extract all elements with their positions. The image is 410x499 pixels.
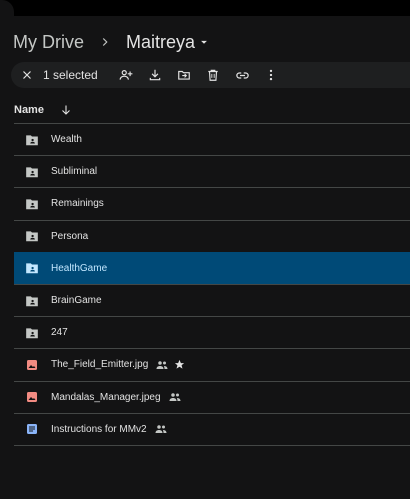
file-name: Mandalas_Manager.jpeg [51,392,181,403]
file-name-text: Wealth [51,134,82,146]
shared-people-icon [156,360,168,370]
shared-folder-icon [25,165,39,179]
file-row[interactable]: Persona [14,219,410,252]
file-row[interactable]: HealthGame [14,251,410,284]
file-name: The_Field_Emitter.jpg [51,359,185,370]
share-icon [119,70,133,80]
window-top-strip [0,0,410,16]
file-name: HealthGame [51,263,107,274]
more-actions-button[interactable] [257,62,286,88]
file-name-text: Mandalas_Manager.jpeg [51,391,161,403]
breadcrumb-current-label: Maitreya [126,31,196,52]
move-button[interactable] [170,62,199,88]
shared-folder-icon [25,229,39,243]
file-name-text: Instructions for MMv2 [51,423,147,435]
clear-selection-button[interactable] [12,62,41,88]
download-icon [149,69,161,81]
star-icon [174,359,185,370]
breadcrumb-current-folder[interactable]: Maitreya [126,32,211,53]
selected-count: 1 selected [43,68,98,82]
file-row[interactable]: Mandalas_Manager.jpeg [14,380,410,413]
file-row[interactable]: Subliminal [14,155,410,187]
file-name: BrainGame [51,295,102,306]
selection-action-bar: 1 selected [11,62,410,88]
file-row[interactable]: BrainGame [14,283,410,316]
link-icon [235,71,249,79]
file-name: Remainings [51,198,104,209]
share-button[interactable] [112,62,141,88]
chevron-right-icon [93,30,117,54]
image-file-icon [25,390,39,404]
delete-button[interactable] [199,62,228,88]
file-name-text: Remainings [51,198,104,210]
move-folder-icon [178,70,191,80]
file-row[interactable]: Instructions for MMv2 [14,412,410,445]
shared-folder-icon [25,261,39,275]
file-name: Wealth [51,134,82,145]
file-name-text: BrainGame [51,295,102,307]
file-name: Persona [51,231,88,242]
shared-folder-icon [25,326,39,340]
shared-folder-icon [25,133,39,147]
file-name-text: HealthGame [51,262,108,274]
file-badges [156,359,185,370]
download-button[interactable] [141,62,170,88]
copy-link-button[interactable] [228,62,257,88]
file-name: Instructions for MMv2 [51,424,167,435]
doc-file-icon [25,422,39,436]
shared-folder-icon [25,294,39,308]
file-name-text: The_Field_Emitter.jpg [51,359,149,371]
close-icon [22,71,31,79]
list-divider [14,444,410,446]
file-name: Subliminal [51,166,97,177]
breadcrumb-my-drive[interactable]: My Drive [13,30,84,55]
dropdown-arrow-icon [201,40,207,44]
shared-folder-icon [25,197,39,211]
breadcrumb: My Drive Maitreya [13,29,211,55]
file-name: 247 [51,327,68,338]
sort-arrow-down-icon[interactable] [60,104,72,116]
trash-icon [208,69,218,81]
file-badges [155,424,167,434]
file-row[interactable]: 247 [14,316,410,348]
file-row[interactable]: The_Field_Emitter.jpg [14,348,410,380]
file-name-text: 247 [51,327,68,339]
file-name-text: Persona [51,230,89,242]
shared-people-icon [169,392,181,402]
file-name-text: Subliminal [51,166,98,178]
name-column-header[interactable]: Name [14,104,44,116]
more-vert-icon [270,69,273,81]
file-list: Wealth Subliminal Remainings Persona HealthG… [14,123,410,446]
image-file-icon [25,358,39,372]
shared-people-icon [155,424,167,434]
list-header: Name [14,102,72,118]
file-row[interactable]: Wealth [14,123,410,155]
file-row[interactable]: Remainings [14,187,410,219]
file-badges [169,392,181,402]
